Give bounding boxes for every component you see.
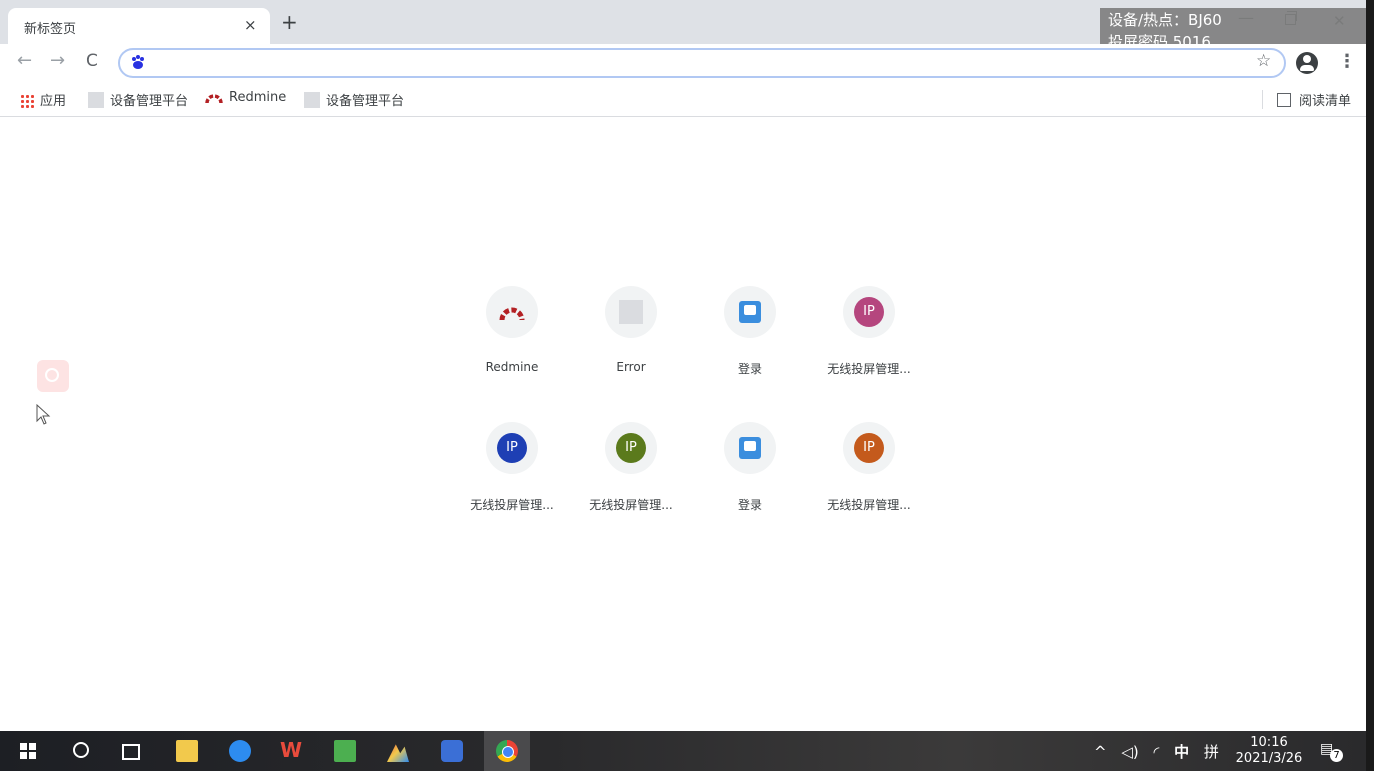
shortcut-label: 登录 xyxy=(737,362,762,376)
shortcut-label: Redmine xyxy=(485,360,539,374)
notification-center-icon[interactable]: ▤ 7 xyxy=(1320,741,1343,762)
blank-page-icon xyxy=(619,300,643,324)
wps-office-icon[interactable]: W xyxy=(280,738,302,762)
ime-layout-indicator[interactable]: 拼 xyxy=(1204,743,1219,761)
redmine-icon xyxy=(205,94,223,104)
shortcut-label: Error xyxy=(616,360,646,374)
shortcut-tile-login[interactable]: 登录 xyxy=(694,286,806,382)
ime-language-indicator[interactable]: 中 xyxy=(1174,743,1189,761)
reading-list-icon xyxy=(1277,93,1291,107)
apps-grid-icon xyxy=(20,94,34,108)
system-tray: ^ ◁) ◜ 中 拼 xyxy=(1094,741,1229,762)
chrome-icon[interactable] xyxy=(484,731,530,771)
tray-expand-icon[interactable]: ^ xyxy=(1094,743,1107,761)
ip-icon: IP xyxy=(854,433,884,463)
mouse-cursor-icon xyxy=(36,404,51,425)
shortcut-label: 无线投屏管理... xyxy=(470,498,554,512)
bookmarks-bar: 应用 设备管理平台 Redmine 设备管理平台 阅读清单 xyxy=(0,82,1366,117)
shortcut-tile-error[interactable]: Error xyxy=(575,286,687,382)
page-icon xyxy=(304,92,320,108)
page-icon xyxy=(88,92,104,108)
new-tab-button[interactable]: + xyxy=(281,12,298,32)
spreadsheet-app-icon[interactable] xyxy=(334,740,356,762)
reading-list-button[interactable]: 阅读清单 xyxy=(1262,90,1351,109)
shortcut-tile-wireless-cast[interactable]: IP 无线投屏管理... xyxy=(813,422,925,518)
shortcut-label: 无线投屏管理... xyxy=(827,498,911,512)
address-bar[interactable] xyxy=(118,48,1286,78)
bookmark-apps[interactable]: 应用 xyxy=(20,90,66,109)
volume-icon[interactable]: ◁) xyxy=(1121,743,1138,761)
reload-button[interactable]: C xyxy=(86,51,98,71)
ip-icon: IP xyxy=(854,297,884,327)
shortcut-label: 无线投屏管理... xyxy=(827,362,911,376)
tab-new-tab[interactable]: 新标签页 × xyxy=(8,8,270,44)
shortcut-tile-wireless-cast[interactable]: IP 无线投屏管理... xyxy=(575,422,687,518)
taskbar-clock[interactable]: 10:16 2021/3/26 xyxy=(1234,735,1304,767)
login-icon xyxy=(739,301,761,323)
bookmark-redmine[interactable]: Redmine xyxy=(205,90,286,105)
shortcut-tile-redmine[interactable]: Redmine xyxy=(456,286,568,382)
login-icon xyxy=(739,437,761,459)
shortcut-label: 登录 xyxy=(737,498,762,512)
browser-toolbar: ← → C ☆ ⋮ xyxy=(0,44,1366,82)
menu-kebab-icon[interactable]: ⋮ xyxy=(1338,51,1356,72)
notification-count-badge: 7 xyxy=(1330,749,1343,762)
taskbar-search-icon[interactable] xyxy=(73,742,89,758)
cast-device-label: 设备/热点：BJ60 xyxy=(1108,11,1222,29)
address-input[interactable] xyxy=(158,52,1242,74)
photos-app-icon[interactable] xyxy=(387,744,409,762)
shortcut-tile-wireless-cast[interactable]: IP 无线投屏管理... xyxy=(456,422,568,518)
tab-title: 新标签页 xyxy=(24,22,77,37)
ip-icon: IP xyxy=(497,433,527,463)
messenger-app-icon[interactable] xyxy=(229,740,251,762)
redmine-icon xyxy=(499,307,525,321)
shortcut-tile-wireless-cast[interactable]: IP 无线投屏管理... xyxy=(813,286,925,382)
clock-date: 2021/3/26 xyxy=(1235,751,1303,766)
back-button[interactable]: ← xyxy=(17,50,32,71)
floating-search-icon[interactable] xyxy=(37,360,69,392)
shortcut-tile-login[interactable]: 登录 xyxy=(694,422,806,518)
bookmark-star-icon[interactable]: ☆ xyxy=(1256,51,1271,71)
bookmark-device-platform[interactable]: 设备管理平台 xyxy=(88,90,188,109)
tab-close-icon[interactable]: × xyxy=(244,16,257,34)
forward-button[interactable]: → xyxy=(50,50,65,71)
profile-avatar-icon[interactable] xyxy=(1296,52,1318,74)
task-view-icon[interactable] xyxy=(122,744,140,760)
bookmark-device-platform-2[interactable]: 设备管理平台 xyxy=(304,90,404,109)
baidu-paw-icon xyxy=(132,55,144,69)
security-app-icon[interactable] xyxy=(441,740,463,762)
screen-edge xyxy=(1366,0,1374,771)
ip-icon: IP xyxy=(616,433,646,463)
windows-start-icon[interactable] xyxy=(20,743,36,759)
file-explorer-icon[interactable] xyxy=(176,740,198,762)
windows-taskbar: W ^ ◁) ◜ 中 拼 10:16 2021/3/26 ▤ 7 xyxy=(0,731,1366,771)
shortcut-label: 无线投屏管理... xyxy=(589,498,673,512)
wifi-icon[interactable]: ◜ xyxy=(1154,743,1160,761)
clock-time: 10:16 xyxy=(1250,735,1288,750)
